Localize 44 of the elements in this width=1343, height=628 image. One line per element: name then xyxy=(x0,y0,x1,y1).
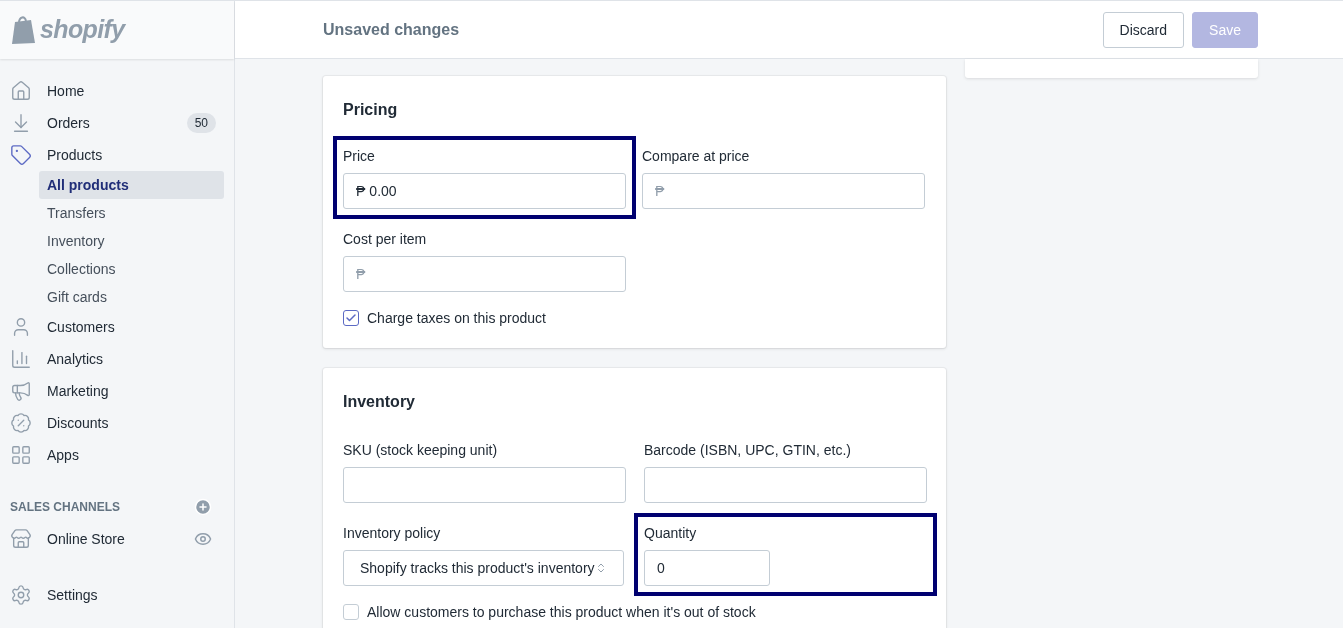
checkbox[interactable] xyxy=(343,310,359,326)
nav-item[interactable]: Customers xyxy=(10,311,224,343)
checkbox-label: Allow customers to purchase this product when it's out of stock xyxy=(367,603,756,622)
field-label: Price xyxy=(343,147,376,166)
nav-item[interactable]: Online Store xyxy=(10,523,224,555)
nav-item[interactable]: Discounts xyxy=(10,407,224,439)
subnav-item[interactable]: Transfers xyxy=(39,199,224,227)
up-down-icon xyxy=(595,562,607,574)
card-title: Inventory xyxy=(343,392,416,412)
select-field[interactable]: Shopify tracks this product's inventory xyxy=(343,550,624,586)
eye-icon[interactable] xyxy=(194,530,212,548)
input-field[interactable] xyxy=(644,467,927,503)
nav-item[interactable]: Analytics xyxy=(10,343,224,375)
field-label: Cost per item xyxy=(343,230,428,249)
input-field[interactable]: ₱ 0.00 xyxy=(343,173,626,209)
field-label: Quantity xyxy=(644,524,698,543)
field-label: Compare at price xyxy=(642,147,751,166)
discard-button[interactable]: Discard xyxy=(1102,11,1185,48)
subnav-item[interactable]: Gift cards xyxy=(39,283,224,311)
subnav-item[interactable]: Collections xyxy=(39,255,224,283)
settings-icon xyxy=(10,584,32,606)
nav-item[interactable]: Settings xyxy=(10,579,224,611)
nav-item[interactable]: Marketing xyxy=(10,375,224,407)
add-icon[interactable] xyxy=(194,498,212,516)
shopping-bag-icon xyxy=(10,15,36,45)
card-title: Pricing xyxy=(343,100,399,120)
field-label: Inventory policy xyxy=(343,524,442,543)
input-field[interactable] xyxy=(343,467,626,503)
count-badge: 50 xyxy=(186,113,216,133)
field-label: Barcode (ISBN, UPC, GTIN, etc.) xyxy=(644,441,852,460)
check-icon xyxy=(345,312,357,324)
input-field[interactable]: 0 xyxy=(644,550,770,586)
logo-wordmark: shopify xyxy=(40,14,125,46)
section-heading: SALES CHANNELS xyxy=(10,499,120,515)
field-label: SKU (stock keeping unit) xyxy=(343,441,499,460)
nav-item[interactable]: Products xyxy=(10,139,224,171)
nav-item[interactable]: Orders 50 xyxy=(10,107,224,139)
checkbox-label: Charge taxes on this product xyxy=(367,309,546,328)
nav-item[interactable]: Apps xyxy=(10,439,224,471)
nav-item[interactable]: Home xyxy=(10,75,224,107)
subnav-item[interactable]: All products xyxy=(39,171,224,199)
store-icon xyxy=(10,528,32,550)
subnav-item[interactable]: Inventory xyxy=(39,227,224,255)
page-title: Unsaved changes xyxy=(323,19,461,40)
